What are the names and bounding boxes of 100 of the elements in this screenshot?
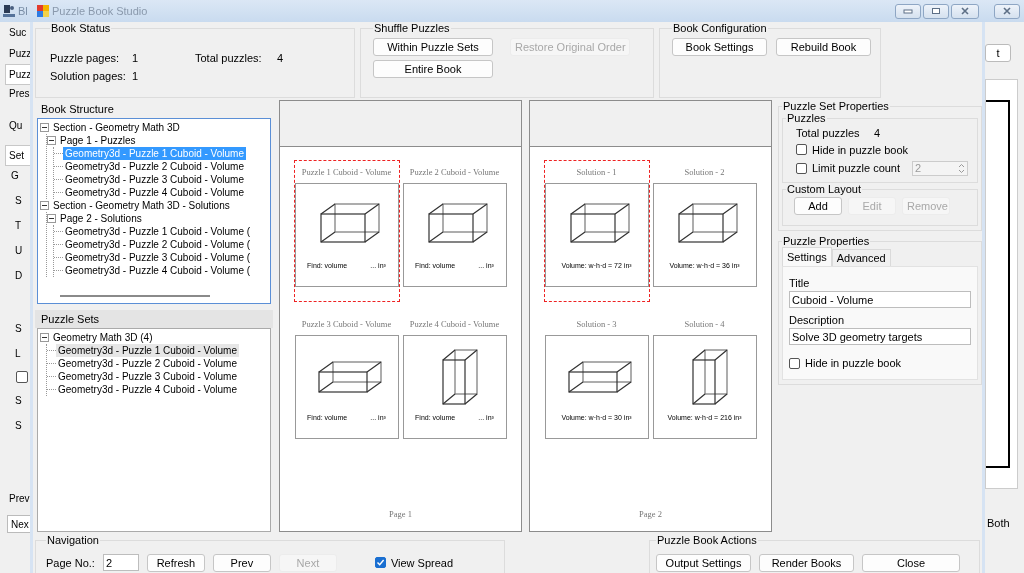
tab[interactable]: Suc	[5, 22, 30, 43]
horizontal-scrollbar[interactable]	[60, 295, 210, 297]
puzzle-title: Solution - 1	[575, 166, 618, 179]
section-title: Book Structure	[40, 102, 115, 117]
action-button[interactable]: Close	[862, 553, 960, 572]
tree-item[interactable]: Geometry3d - Puzzle 2 Cuboid - Volume	[56, 357, 239, 370]
tab[interactable]: Puzz	[5, 64, 30, 85]
stat-value: 4	[874, 126, 881, 139]
collapse-icon[interactable]	[47, 136, 56, 145]
tree-view[interactable]: Geometry Math 3D (4) Geometry3d - Puzzle 1 Cuboid - Volume Geometry3d - Puzzle 2 Cuboid - Volume Geometry3d - Puzzle 3 Cuboid - Volume Geometry3d - Puzzle 4 Cuboid - Volume	[37, 328, 271, 532]
puzzle-title: Puzzle 1 Cuboid - Volume	[300, 166, 393, 179]
tree-view[interactable]	[37, 118, 271, 304]
tree-item[interactable]: Section - Geometry Math 3D	[51, 121, 182, 134]
shuffle-button[interactable]: Within Puzzle Sets	[373, 38, 493, 56]
config-button[interactable]: Book Settings	[672, 38, 767, 56]
label: Qu	[8, 119, 24, 133]
tree-item[interactable]: Geometry3d - Puzzle 2 Cuboid - Volume	[63, 160, 246, 173]
action-button[interactable]: Output Settings	[656, 553, 751, 572]
checkbox-label[interactable]: Hide in puzzle book	[805, 357, 901, 369]
tree-item[interactable]: Section - Geometry Math 3D - Solutions	[51, 199, 232, 212]
page-number-field[interactable]: 2	[102, 554, 139, 571]
cuboid-drawing	[677, 203, 738, 243]
field-label: Page No.:	[46, 556, 95, 569]
tree-item[interactable]: Geometry3d - Puzzle 4 Cuboid - Volume	[56, 383, 239, 396]
collapse-icon[interactable]	[40, 333, 49, 342]
stat-label: Puzzle pages:	[50, 52, 121, 66]
puzzle-title: Puzzle 2 Cuboid - Volume	[408, 166, 501, 179]
tree-item[interactable]: Geometry3d - Puzzle 4 Cuboid - Volume	[63, 186, 246, 199]
step-button[interactable]: Nex	[7, 515, 31, 533]
group-title: Puzzles	[786, 112, 827, 124]
app-icon	[2, 4, 16, 18]
page-number: Page 1	[389, 509, 412, 519]
field-label: D	[14, 269, 24, 283]
checkbox[interactable]	[374, 557, 386, 568]
cuboid-drawing	[319, 203, 380, 243]
group-title: Shuffle Puzzles	[373, 22, 451, 34]
group-title: Custom Layout	[786, 183, 862, 195]
tree-item[interactable]: Geometry3d - Puzzle 2 Cuboid - Volume (	[63, 238, 253, 251]
option-label: Both	[986, 517, 1010, 529]
group-title: Book Configuration	[672, 22, 768, 34]
checkbox[interactable]	[789, 357, 800, 369]
restore-icon	[931, 7, 941, 15]
field-label: L	[14, 347, 22, 361]
checkbox[interactable]	[16, 371, 28, 383]
puzzle-title: Puzzle 3 Cuboid - Volume	[300, 318, 393, 331]
checkbox-label[interactable]: View Spread	[390, 556, 454, 569]
collapse-icon[interactable]	[47, 214, 56, 223]
tree-item[interactable]: Page 1 - Puzzles	[58, 134, 138, 147]
minimize-icon	[903, 8, 913, 14]
group-title: Book Status	[50, 22, 112, 34]
field-label: Title	[789, 277, 811, 291]
window-title: Bl	[18, 5, 28, 17]
nav-button[interactable]: Refresh	[146, 553, 205, 572]
group-title: Puzzle Set Properties	[782, 100, 890, 112]
tree-item[interactable]: Page 2 - Solutions	[58, 212, 144, 225]
tree-item[interactable]: Geometry3d - Puzzle 4 Cuboid - Volume (	[63, 264, 253, 277]
tab[interactable]: Settings	[782, 247, 832, 266]
action-button[interactable]: Render Books	[759, 553, 854, 572]
stat-value: 1	[132, 70, 139, 84]
section-header: Puzzle Sets	[35, 310, 273, 328]
label: Pres	[8, 87, 30, 101]
tree-item[interactable]: Geometry3d - Puzzle 3 Cuboid - Volume	[56, 370, 239, 383]
close-button[interactable]	[951, 3, 979, 19]
tab[interactable]: Puzz	[5, 43, 30, 64]
tree-item[interactable]: Geometry3d - Puzzle 1 Cuboid - Volume (	[63, 225, 253, 238]
puzzle-title: Solution - 4	[683, 318, 726, 331]
collapse-icon[interactable]	[40, 201, 49, 210]
description-field[interactable]: Solve 3D geometry targets	[789, 328, 971, 345]
tree-item[interactable]: Geometry3d - Puzzle 3 Cuboid - Volume	[63, 173, 246, 186]
tree-item[interactable]: Geometry Math 3D (4)	[51, 331, 155, 344]
spinner-arrows-icon	[958, 162, 965, 174]
stat-label: Total puzzles	[796, 126, 861, 139]
cuboid-drawing	[569, 203, 630, 243]
restore-button[interactable]	[923, 3, 949, 19]
field-label: T	[14, 219, 23, 233]
app-icon	[36, 4, 50, 18]
tree-item[interactable]: Geometry3d - Puzzle 3 Cuboid - Volume (	[63, 251, 253, 264]
tab[interactable]: Advanced	[831, 249, 891, 266]
stat-value: 4	[277, 52, 284, 66]
collapse-icon[interactable]	[40, 123, 49, 132]
group-title: G	[10, 169, 20, 183]
nav-button[interactable]: Prev	[212, 553, 271, 572]
checkbox-label[interactable]: Hide in puzzle book	[812, 143, 908, 156]
cuboid-drawing	[317, 361, 382, 393]
config-button[interactable]: Rebuild Book	[776, 38, 871, 56]
close-icon	[960, 7, 970, 15]
group-title: Puzzle Book Actions	[656, 534, 758, 546]
cuboid-drawing	[567, 361, 632, 393]
title-field[interactable]: Cuboid - Volume	[789, 291, 971, 308]
action-button[interactable]: t	[985, 44, 1011, 62]
puzzle-title: Puzzle 4 Cuboid - Volume	[408, 318, 501, 331]
tree-item[interactable]: Geometry3d - Puzzle 1 Cuboid - Volume	[56, 344, 239, 357]
stat-label: Total puzzles:	[195, 52, 263, 66]
checkbox[interactable]	[796, 144, 807, 155]
close-button[interactable]	[994, 3, 1020, 19]
shuffle-button[interactable]: Entire Book	[373, 60, 493, 78]
layout-button[interactable]: Add	[794, 197, 842, 215]
tab[interactable]: Set	[5, 145, 30, 166]
field-label: Description	[789, 314, 846, 328]
field-label: U	[14, 244, 24, 258]
